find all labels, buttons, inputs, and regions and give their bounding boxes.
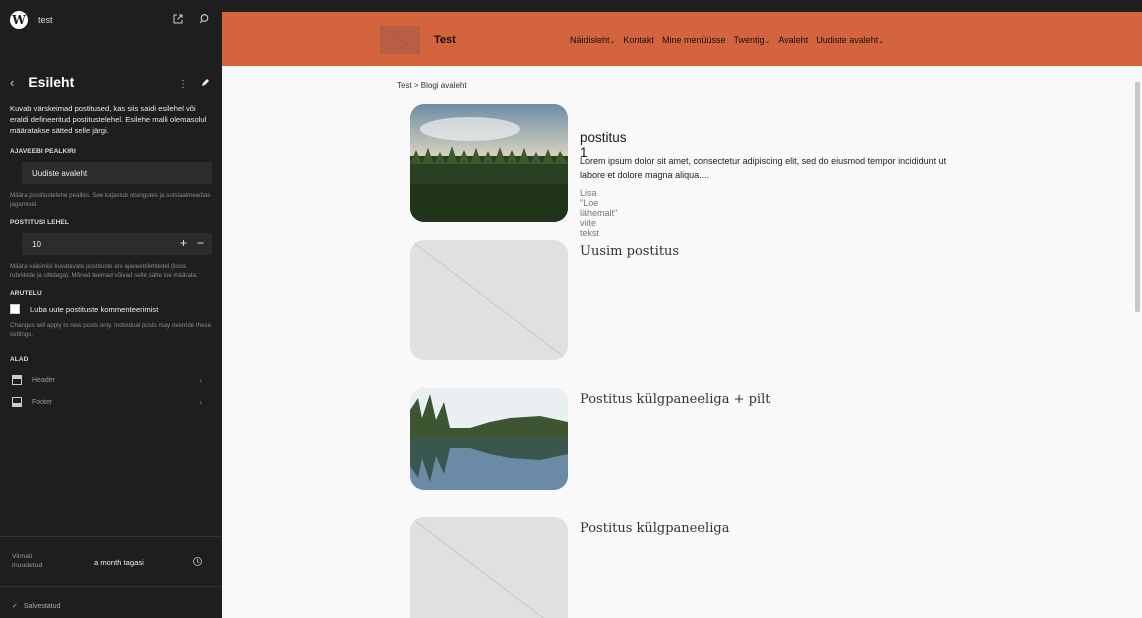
nav-item-avaleht[interactable]: Avaleht	[778, 35, 808, 45]
chevron-right-icon: ›	[199, 375, 202, 385]
post-title[interactable]: Uusim postitus	[580, 244, 679, 259]
nav-item-kontakt[interactable]: Kontakt	[623, 35, 654, 45]
comments-checkbox-label: Luba uute postituste kommenteerimist	[30, 304, 159, 314]
last-modified-label: Viimati muudetud	[12, 553, 43, 569]
decrement-button[interactable]: −	[197, 236, 204, 250]
nav-item-uudiste-avaleht[interactable]: Uudiste avaleht⌄	[816, 35, 884, 45]
blog-title-label: AJAVEEBI PEALKIRI	[10, 148, 76, 155]
wordpress-logo-icon[interactable]: W	[10, 11, 28, 29]
increment-button[interactable]: +	[180, 236, 187, 250]
search-icon[interactable]	[198, 12, 210, 30]
posts-per-page-value: 10	[32, 239, 41, 249]
revisions-history-icon[interactable]	[192, 554, 203, 572]
area-item-header[interactable]: Header ›	[0, 369, 222, 391]
panel-description: Kuvab värskeimad postitused, kas siis sa…	[10, 104, 207, 135]
site-logo-placeholder-icon[interactable]	[380, 26, 420, 54]
posts-per-page-help: Määra vaikimisi kuvatavate postituste ar…	[10, 263, 198, 279]
posts-per-page-label: POSTITUSI LEHEL	[10, 219, 69, 226]
site-name: test	[38, 15, 53, 25]
comments-checkbox[interactable]	[10, 304, 20, 314]
read-more-link[interactable]: Lisa "Loe lähemalt" viite tekst	[580, 188, 617, 238]
footer-layout-icon	[12, 397, 22, 407]
editor-sidebar: W test ‹ Esileht ⋮ Kuvab värskeimad post…	[0, 0, 222, 618]
chevron-right-icon: ›	[199, 397, 202, 407]
chevron-down-icon: ⌄	[764, 38, 771, 45]
post-excerpt: Lorem ipsum dolor sit amet, consectetur …	[580, 156, 947, 180]
nav-item-twentig[interactable]: Twentig⌄	[733, 35, 770, 45]
back-chevron-icon[interactable]: ‹	[10, 75, 14, 90]
check-icon: ✓	[12, 603, 18, 610]
area-item-footer[interactable]: Footer ›	[0, 391, 222, 413]
breadcrumb[interactable]: Test > Blogi avaleht	[397, 81, 467, 90]
area-label-header: Header	[32, 376, 55, 384]
blog-title-input[interactable]: Uudiste avaleht	[22, 162, 212, 184]
saved-status: ✓ Salvestatud	[12, 602, 60, 610]
last-modified: Viimati muudetud a month tagasi	[10, 548, 210, 578]
chevron-down-icon: ⌄	[609, 38, 616, 45]
post-thumbnail-forest[interactable]	[410, 104, 568, 222]
header-layout-icon	[12, 375, 22, 385]
posts-per-page-stepper[interactable]: 10 + −	[22, 233, 212, 255]
discussion-help: Changes will apply to new posts only. In…	[10, 322, 212, 338]
discussion-label: ARUTELU	[10, 290, 42, 297]
external-link-icon[interactable]	[172, 12, 184, 30]
last-modified-value: a month tagasi	[94, 558, 144, 567]
chevron-down-icon: ⌄	[878, 38, 885, 45]
navigation-menu: Näidisleht⌄ Kontakt Mine menüüsse Twenti…	[570, 35, 884, 45]
post-thumbnail-placeholder[interactable]	[410, 240, 568, 360]
more-options-icon[interactable]: ⋮	[178, 79, 188, 90]
blog-title-value: Uudiste avaleht	[32, 168, 88, 178]
site-header[interactable]: Test Näidisleht⌄ Kontakt Mine menüüsse T…	[222, 12, 1142, 66]
areas-label: ALAD	[10, 356, 29, 363]
site-title[interactable]: Test	[434, 34, 456, 46]
post-title[interactable]: Postitus külgpaneeliga + pilt	[580, 392, 770, 407]
edit-pencil-icon[interactable]	[200, 75, 210, 93]
nav-item-mine-menuusse[interactable]: Mine menüüsse	[662, 35, 726, 45]
nav-item-naidisleht[interactable]: Näidisleht⌄	[570, 35, 615, 45]
panel-header: ‹ Esileht ⋮	[0, 72, 222, 92]
canvas-scrollbar[interactable]	[1135, 82, 1140, 312]
divider	[0, 536, 222, 537]
saved-label: Salvestatud	[23, 603, 61, 610]
post-thumbnail-placeholder[interactable]	[410, 517, 568, 618]
comments-checkbox-row[interactable]: Luba uute postituste kommenteerimist	[0, 304, 222, 314]
area-label-footer: Footer	[32, 398, 53, 406]
panel-title: Esileht	[28, 74, 75, 90]
post-thumbnail-lake[interactable]	[410, 388, 568, 490]
post-title[interactable]: Postitus külgpaneeliga	[580, 521, 729, 536]
blog-title-help: Määra postitustelehe pealkiri. See kajas…	[10, 192, 211, 208]
editor-canvas[interactable]: Test Näidisleht⌄ Kontakt Mine menüüsse T…	[222, 12, 1142, 618]
divider	[0, 586, 222, 587]
sidebar-topbar: W test	[0, 0, 222, 40]
